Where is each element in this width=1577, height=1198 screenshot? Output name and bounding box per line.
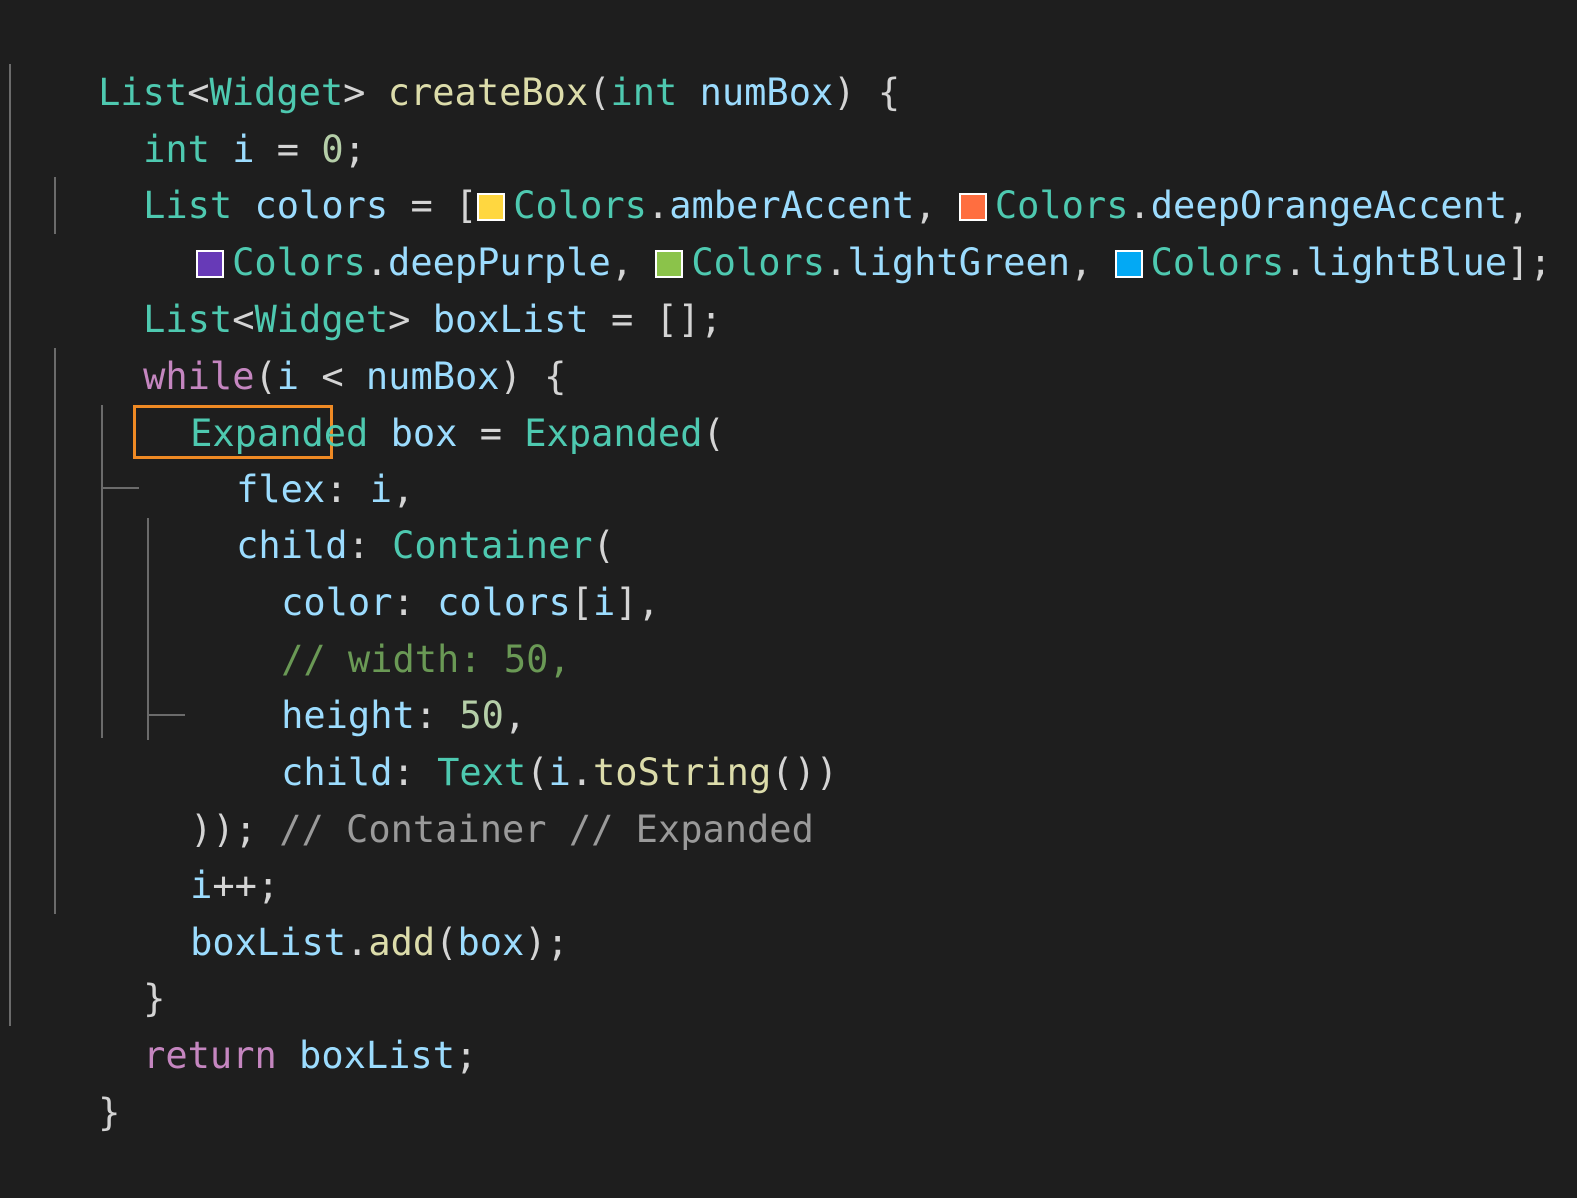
code-editor[interactable]: List<Widget> createBox(int numBox) { int… (0, 0, 1577, 1134)
indent-guide (9, 64, 11, 1026)
token-variable: box (457, 921, 525, 964)
code-line-9: child: Container( (147, 460, 615, 567)
token-variable: lightBlue (1306, 241, 1508, 284)
code-line-7: Expanded box = Expanded( (101, 348, 725, 455)
token-punct: []; (655, 298, 723, 341)
closing-label-hint: // Container (279, 808, 547, 851)
token-punct: ]; (1507, 241, 1552, 284)
code-line-11: // width: 50, (192, 574, 571, 681)
code-line-19: } (9, 1027, 120, 1134)
color-swatch-light-blue-icon[interactable] (1114, 250, 1143, 278)
code-line-13: child: Text(i.toString()) (192, 687, 838, 794)
code-line-14: )); // Container // Expanded (101, 744, 814, 851)
token-punct: ( (702, 412, 725, 455)
token-punct: ( (588, 71, 611, 114)
token-variable: lightGreen (847, 241, 1071, 284)
token-punct: ; (454, 1034, 478, 1077)
token-function: add (368, 921, 436, 964)
token-keyword: return (143, 1034, 277, 1077)
token-variable: i (593, 581, 616, 624)
token-type: Colors (1150, 241, 1285, 284)
token-punct: = (479, 412, 502, 455)
code-line-12: height: 50, (192, 630, 526, 737)
code-line-10: color: colors[i], (192, 517, 660, 624)
token-punct: . (1284, 241, 1307, 284)
token-punct: , (1070, 241, 1093, 284)
code-line-1: List<Widget> createBox(int numBox) { (9, 7, 900, 114)
token-variable: numBox (699, 71, 834, 114)
token-punct: ], (615, 581, 660, 624)
code-line-8: flex: i, (147, 404, 414, 511)
token-punct: } (98, 1091, 121, 1134)
closing-label-hint: // Expanded (568, 808, 814, 851)
token-punct: [ (570, 581, 593, 624)
token-function: createBox (387, 71, 589, 114)
code-line-3: List colors = [Colors.amberAccent, Color… (54, 120, 1529, 227)
tree-guide-corner (147, 714, 185, 716)
token-punct: . (825, 241, 848, 284)
token-punct: ( (435, 921, 458, 964)
token-punct: . (346, 921, 369, 964)
code-line-4: Colors.deepPurple, Colors.lightGreen, Co… (107, 177, 1552, 284)
code-line-6: while(i < numBox) { (54, 291, 566, 398)
tree-guide-corner (101, 487, 139, 489)
token-punct: ); (524, 921, 569, 964)
token-type: Expanded (524, 412, 703, 455)
token-punct: = (610, 298, 634, 341)
token-type: int (610, 71, 678, 114)
token-punct: ) (833, 71, 856, 114)
token-punct: { (877, 71, 901, 114)
code-line-5: List<Widget> boxList = []; (54, 234, 722, 341)
code-line-17: } (54, 913, 165, 1020)
code-line-18: return boxList; (54, 970, 477, 1077)
token-variable: boxList (299, 1034, 455, 1077)
code-line-16: boxList.add(box); (101, 857, 569, 964)
token-variable: boxList (190, 921, 347, 964)
code-line-15: i++; (101, 800, 279, 907)
code-line-2: int i = 0; (54, 64, 366, 171)
